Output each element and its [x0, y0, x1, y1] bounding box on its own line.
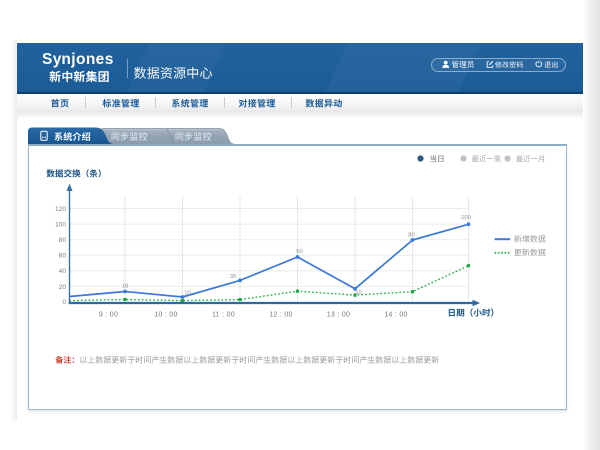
- svg-text:18: 18: [122, 283, 129, 289]
- svg-text:100: 100: [461, 215, 472, 221]
- svg-text:80: 80: [408, 232, 415, 238]
- svg-text:100: 100: [55, 222, 66, 229]
- svg-text:10: 10: [184, 291, 191, 297]
- svg-text:80: 80: [59, 237, 67, 244]
- svg-text:35: 35: [230, 274, 237, 280]
- svg-text:11 : 00: 11 : 00: [212, 312, 235, 319]
- svg-text:40: 40: [59, 268, 67, 275]
- svg-text:14 : 00: 14 : 00: [384, 312, 408, 319]
- svg-text:120: 120: [55, 206, 66, 213]
- svg-text:10: 10: [355, 290, 362, 296]
- svg-text:20: 20: [59, 284, 67, 291]
- svg-text:0: 0: [62, 299, 66, 306]
- svg-text:60: 60: [59, 253, 67, 260]
- svg-text:12 : 00: 12 : 00: [269, 312, 293, 319]
- svg-text:10 : 00: 10 : 00: [154, 312, 178, 319]
- svg-text:9 : 00: 9 : 00: [99, 312, 118, 319]
- svg-text:60: 60: [296, 249, 303, 255]
- svg-text:13 : 00: 13 : 00: [327, 312, 351, 319]
